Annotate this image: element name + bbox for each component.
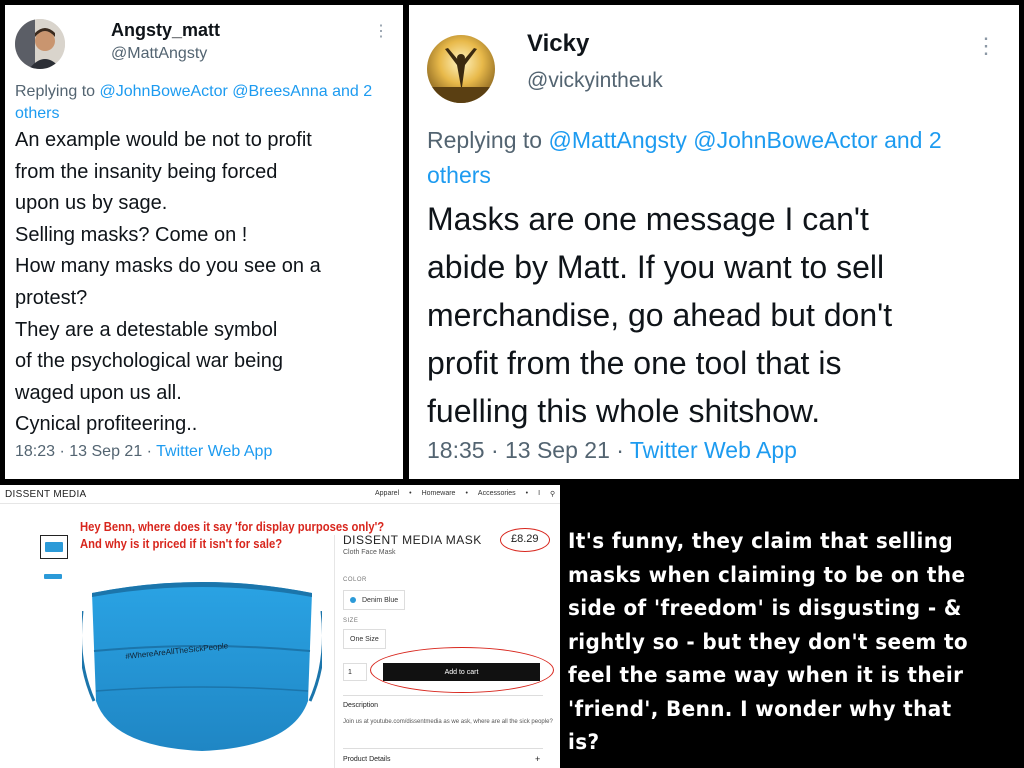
- color-value: Denim Blue: [362, 596, 399, 604]
- color-swatch: [350, 597, 356, 603]
- expand-icon[interactable]: +: [535, 754, 540, 764]
- avatar[interactable]: [15, 19, 65, 69]
- product-subtitle: Cloth Face Mask: [343, 549, 396, 556]
- size-option[interactable]: One Size: [343, 629, 386, 649]
- nav-accessories[interactable]: Accessories: [478, 490, 516, 498]
- tweet-meta: 18:23 · 13 Sep 21 · Twitter Web App: [15, 443, 272, 461]
- store-logo[interactable]: DISSENT MEDIA: [5, 489, 87, 500]
- size-value: One Size: [350, 635, 379, 643]
- column-divider: [334, 535, 335, 768]
- store-product-page: DISSENT MEDIA Apparel • Homeware • Acces…: [0, 485, 560, 768]
- store-nav: Apparel • Homeware • Accessories • I ⚲: [375, 490, 555, 498]
- user-handle[interactable]: @MattAngsty: [111, 45, 207, 63]
- nav-separator: •: [465, 490, 468, 497]
- timestamp[interactable]: 18:35 · 13 Sep 21 ·: [427, 437, 630, 463]
- thumbnail[interactable]: [40, 565, 66, 587]
- tweet-vicky: Vicky @vickyintheuk ⋮ Replying to @MattA…: [409, 5, 1019, 479]
- display-name[interactable]: Angsty_matt: [111, 20, 220, 41]
- source-link[interactable]: Twitter Web App: [156, 443, 272, 460]
- nav-apparel[interactable]: Apparel: [375, 490, 399, 498]
- description-heading[interactable]: Description: [343, 702, 378, 709]
- more-options-icon[interactable]: ⋮: [975, 33, 997, 59]
- tweet-text: An example would be not to profit from t…: [15, 129, 321, 436]
- tweet-meta: 18:35 · 13 Sep 21 · Twitter Web App: [427, 437, 797, 464]
- nav-separator: •: [525, 490, 529, 497]
- nav-account[interactable]: I: [538, 490, 540, 498]
- thumbnail-selected[interactable]: [40, 535, 68, 559]
- reply-context: Replying to @MattAngsty @JohnBoweActor a…: [427, 123, 1007, 193]
- commentary-text: It's funny, they claim that selling mask…: [568, 529, 969, 755]
- user-handle[interactable]: @vickyintheuk: [527, 69, 663, 93]
- header-divider: [0, 503, 560, 504]
- timestamp[interactable]: 18:23 · 13 Sep 21 ·: [15, 443, 156, 460]
- description-text: Join us at youtube.com/dissentmedia as w…: [343, 719, 553, 725]
- tweet-angsty-matt: Angsty_matt @MattAngsty ⋮ Replying to @J…: [5, 5, 403, 479]
- nav-homeware[interactable]: Homeware: [422, 490, 456, 498]
- reply-prefix: Replying to: [427, 127, 549, 153]
- product-title: DISSENT MEDIA MASK: [343, 533, 482, 547]
- commentary-panel: It's funny, they claim that selling mask…: [560, 485, 1024, 768]
- tweet-text: Masks are one message I can't abide by M…: [427, 201, 893, 429]
- size-label: SIZE: [343, 618, 359, 624]
- display-name[interactable]: Vicky: [527, 30, 589, 58]
- more-options-icon[interactable]: ⋮: [373, 21, 389, 41]
- divider: [343, 748, 543, 749]
- mask-product-image: [82, 582, 322, 751]
- source-link[interactable]: Twitter Web App: [630, 437, 797, 463]
- reply-context: Replying to @JohnBoweActor @BreesAnna an…: [15, 81, 395, 125]
- nav-separator: •: [409, 490, 412, 497]
- cart-annotation-circle: [370, 647, 554, 693]
- reply-prefix: Replying to: [15, 83, 100, 100]
- color-option[interactable]: Denim Blue: [343, 590, 406, 610]
- price-annotation-circle: [500, 528, 550, 552]
- avatar[interactable]: [427, 35, 495, 103]
- search-icon[interactable]: ⚲: [550, 490, 555, 498]
- divider: [343, 695, 543, 696]
- quantity-input[interactable]: 1: [343, 663, 367, 681]
- color-label: COLOR: [343, 577, 367, 583]
- product-details-heading[interactable]: Product Details: [343, 756, 390, 763]
- annotation-text: Hey Benn, where does it say 'for display…: [80, 520, 385, 551]
